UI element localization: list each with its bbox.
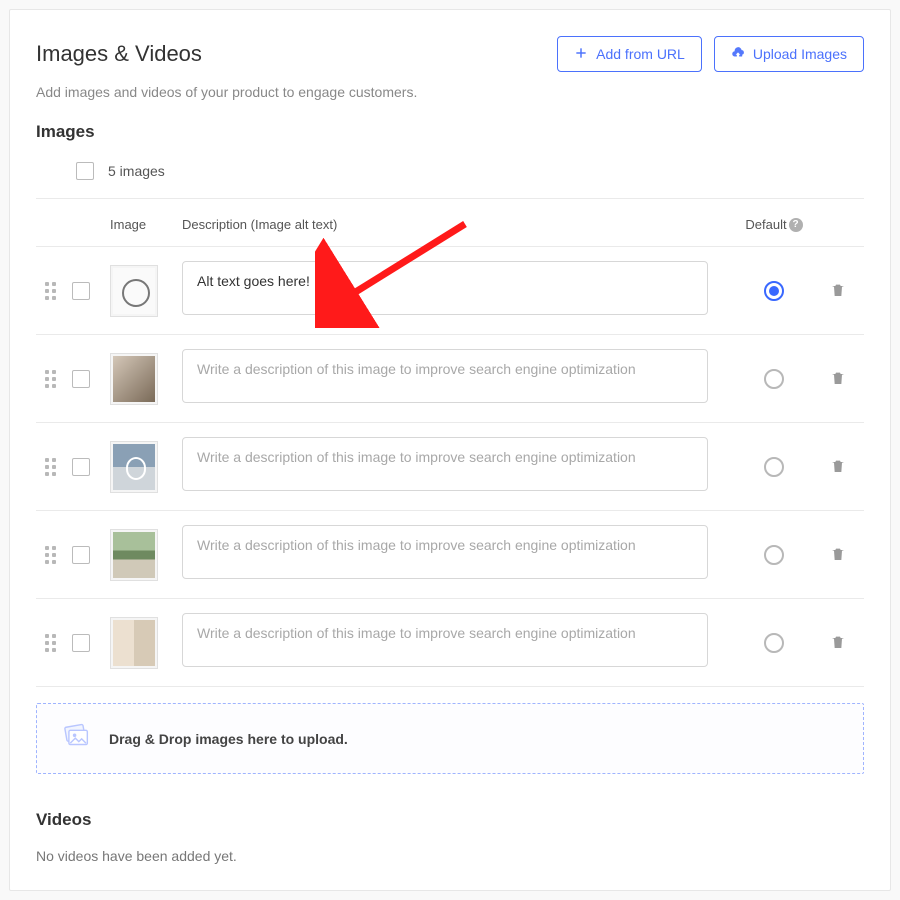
table-row — [36, 247, 864, 335]
alt-text-input[interactable] — [182, 437, 708, 491]
table-header: Image Description (Image alt text) Defau… — [36, 199, 864, 247]
drag-handle-icon[interactable] — [40, 633, 60, 653]
col-description: Description (Image alt text) — [182, 217, 736, 232]
help-icon[interactable]: ? — [789, 218, 803, 232]
images-table: Image Description (Image alt text) Defau… — [36, 198, 864, 687]
trash-icon[interactable] — [830, 633, 846, 651]
default-radio[interactable] — [764, 545, 784, 565]
image-thumbnail[interactable] — [110, 441, 158, 493]
image-count: 5 images — [108, 163, 165, 179]
plus-icon — [574, 46, 588, 62]
default-radio[interactable] — [764, 369, 784, 389]
panel-subtext: Add images and videos of your product to… — [36, 84, 864, 100]
select-all-row: 5 images — [36, 160, 864, 198]
videos-empty-text: No videos have been added yet. — [36, 848, 864, 864]
default-radio[interactable] — [764, 633, 784, 653]
upload-images-button[interactable]: Upload Images — [714, 36, 864, 72]
alt-text-input[interactable] — [182, 525, 708, 579]
drag-handle-icon[interactable] — [40, 281, 60, 301]
videos-section: Videos No videos have been added yet. — [36, 810, 864, 864]
col-image: Image — [110, 217, 170, 232]
trash-icon[interactable] — [830, 545, 846, 563]
image-dropzone[interactable]: Drag & Drop images here to upload. — [36, 703, 864, 774]
image-thumbnail[interactable] — [110, 353, 158, 405]
image-thumbnail[interactable] — [110, 265, 158, 317]
image-thumbnail[interactable] — [110, 617, 158, 669]
alt-text-input[interactable] — [182, 261, 708, 315]
cloud-upload-icon — [731, 46, 745, 62]
header-actions: Add from URL Upload Images — [557, 36, 864, 72]
trash-icon[interactable] — [830, 281, 846, 299]
upload-images-label: Upload Images — [753, 47, 847, 61]
image-thumbnail[interactable] — [110, 529, 158, 581]
select-all-checkbox[interactable] — [76, 162, 94, 180]
table-row — [36, 511, 864, 599]
drag-handle-icon[interactable] — [40, 545, 60, 565]
trash-icon[interactable] — [830, 369, 846, 387]
trash-icon[interactable] — [830, 457, 846, 475]
alt-text-input[interactable] — [182, 613, 708, 667]
page-title: Images & Videos — [36, 41, 202, 67]
default-radio[interactable] — [764, 281, 784, 301]
images-stack-icon — [59, 722, 93, 755]
add-from-url-button[interactable]: Add from URL — [557, 36, 702, 72]
row-checkbox[interactable] — [72, 634, 90, 652]
row-checkbox[interactable] — [72, 546, 90, 564]
table-row — [36, 335, 864, 423]
row-checkbox[interactable] — [72, 370, 90, 388]
panel-header: Images & Videos Add from URL Upload Imag… — [36, 36, 864, 72]
row-checkbox[interactable] — [72, 282, 90, 300]
table-row — [36, 423, 864, 511]
col-default: Default — [745, 217, 786, 232]
alt-text-input[interactable] — [182, 349, 708, 403]
table-row — [36, 599, 864, 687]
row-checkbox[interactable] — [72, 458, 90, 476]
images-heading: Images — [36, 122, 864, 142]
videos-heading: Videos — [36, 810, 864, 830]
default-radio[interactable] — [764, 457, 784, 477]
add-from-url-label: Add from URL — [596, 47, 685, 61]
images-videos-panel: Images & Videos Add from URL Upload Imag… — [9, 9, 891, 891]
drag-handle-icon[interactable] — [40, 457, 60, 477]
dropzone-text: Drag & Drop images here to upload. — [109, 731, 348, 747]
drag-handle-icon[interactable] — [40, 369, 60, 389]
